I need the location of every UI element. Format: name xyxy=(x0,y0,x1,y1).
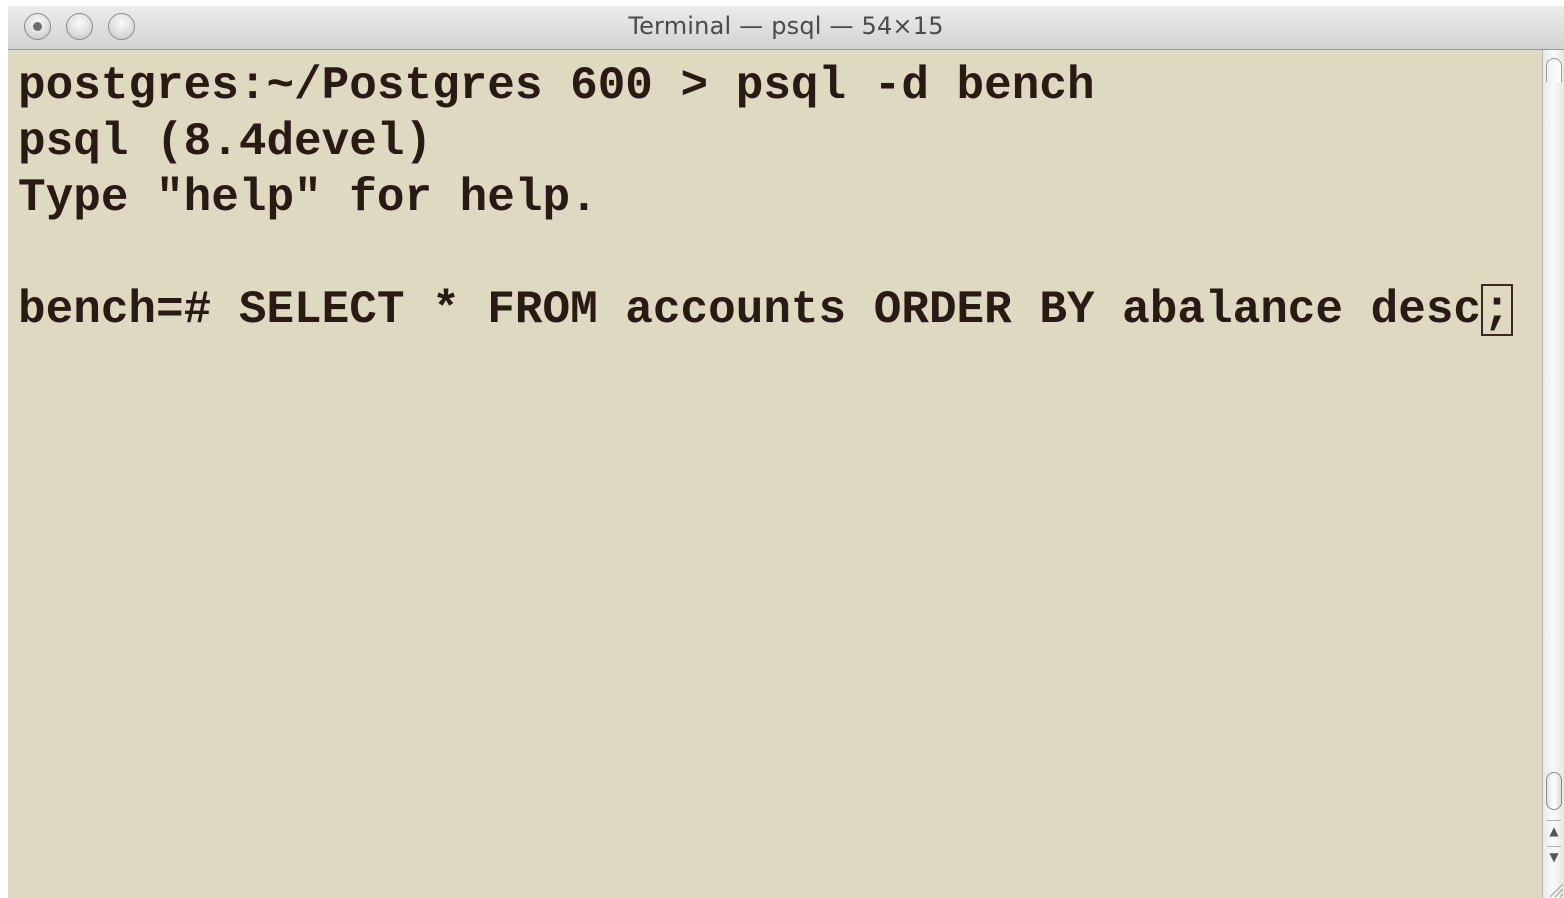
scroll-up-arrow-icon[interactable]: ▲ xyxy=(1547,820,1561,841)
prompt-text: bench=# SELECT * FROM accounts ORDER BY … xyxy=(18,284,1482,336)
title-bar[interactable]: Terminal — psql — 54×15 xyxy=(8,6,1564,50)
window-title: Terminal — psql — 54×15 xyxy=(628,12,944,40)
terminal-line: postgres:~/Postgres 600 > psql -d bench xyxy=(18,60,1095,112)
resize-grip-icon[interactable] xyxy=(1544,878,1564,898)
scrollbar-thumb[interactable] xyxy=(1546,772,1562,810)
text-cursor: ; xyxy=(1481,284,1513,336)
terminal-line: Type "help" for help. xyxy=(18,172,598,224)
terminal-content[interactable]: postgres:~/Postgres 600 > psql -d bench … xyxy=(8,50,1542,898)
terminal-window: Terminal — psql — 54×15 postgres:~/Postg… xyxy=(8,6,1564,898)
scroll-down-arrow-icon[interactable]: ▼ xyxy=(1547,846,1561,867)
vertical-scrollbar[interactable]: ▲ ▼ xyxy=(1542,50,1564,898)
scrollbar-track-top xyxy=(1546,58,1562,82)
terminal-line: psql (8.4devel) xyxy=(18,116,433,168)
prompt-line[interactable]: bench=# SELECT * FROM accounts ORDER BY … xyxy=(18,282,1513,338)
